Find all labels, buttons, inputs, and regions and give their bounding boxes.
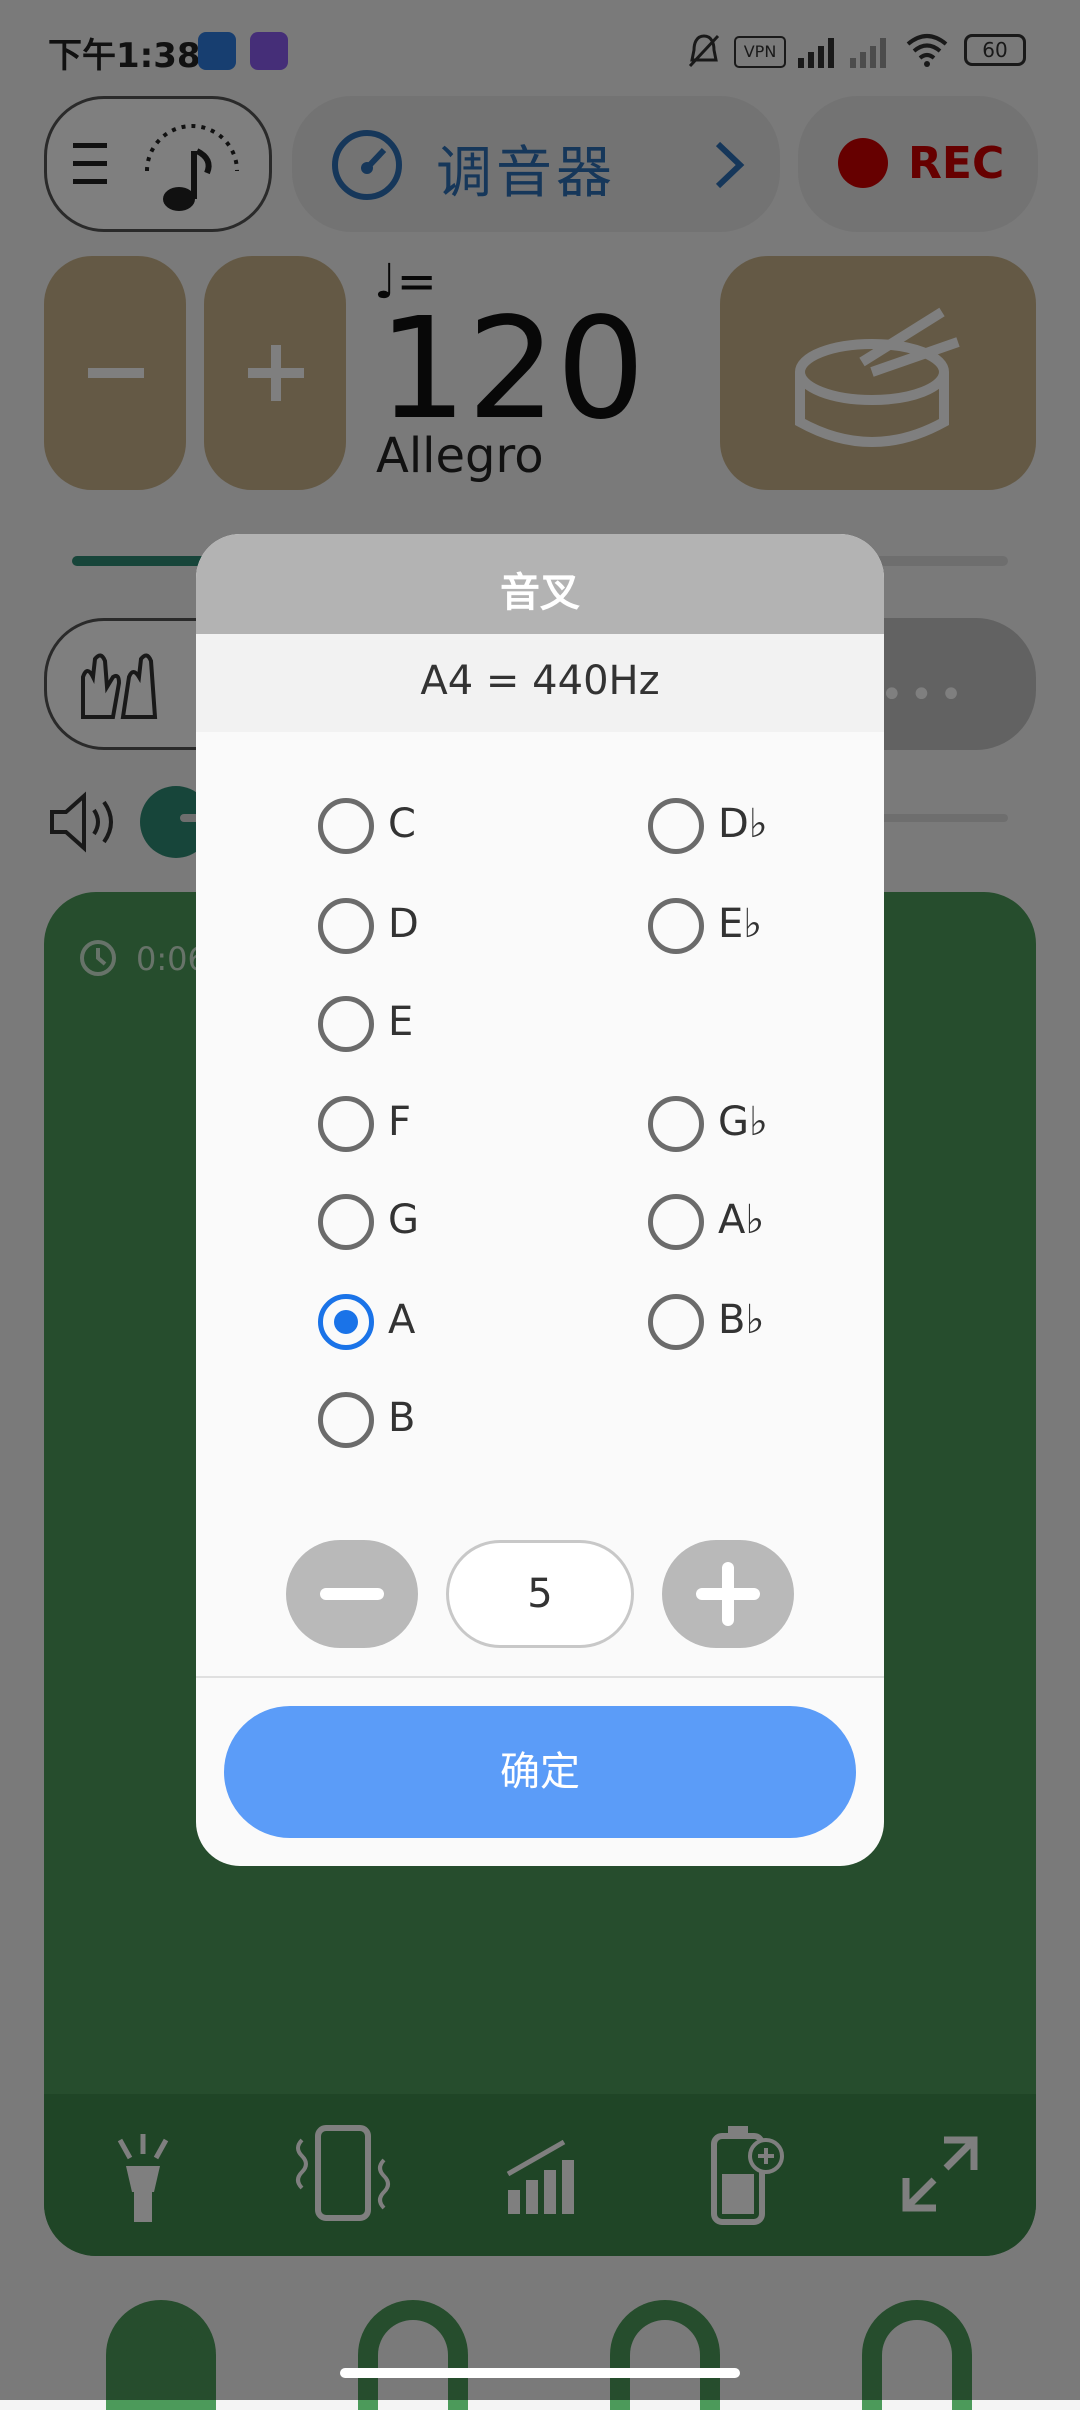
note-label: G — [388, 1197, 419, 1243]
minus-icon — [320, 1588, 384, 1600]
radio-icon[interactable] — [318, 1096, 374, 1152]
radio-icon[interactable] — [318, 1392, 374, 1448]
dialog-reference-pitch: A4 = 440Hz — [420, 658, 660, 704]
radio-icon[interactable] — [318, 798, 374, 854]
octave-value[interactable]: 5 — [446, 1540, 634, 1648]
radio-icon[interactable] — [648, 1194, 704, 1250]
note-label: F — [388, 1099, 412, 1145]
confirm-button[interactable]: 确定 — [224, 1706, 856, 1838]
note-label: E♭ — [718, 901, 763, 947]
home-indicator[interactable] — [340, 2368, 740, 2378]
note-label: E — [388, 999, 414, 1045]
radio-icon[interactable] — [318, 1194, 374, 1250]
tuning-fork-dialog: 音叉 A4 = 440Hz C D E F G A B D♭ E♭ G♭ A♭ … — [196, 534, 884, 1866]
octave-decrease-button[interactable] — [286, 1540, 418, 1648]
radio-icon[interactable] — [648, 898, 704, 954]
note-label: A♭ — [718, 1197, 765, 1243]
note-label: D — [388, 901, 419, 947]
radio-icon[interactable] — [318, 898, 374, 954]
radio-icon[interactable] — [318, 996, 374, 1052]
radio-icon[interactable] — [648, 1294, 704, 1350]
octave-increase-button[interactable] — [662, 1540, 794, 1648]
note-label: D♭ — [718, 801, 768, 847]
note-label: B — [388, 1395, 416, 1441]
radio-selected-icon[interactable] — [318, 1294, 374, 1350]
note-label: C — [388, 801, 416, 847]
note-label: G♭ — [718, 1099, 768, 1145]
dialog-title: 音叉 — [500, 570, 580, 616]
dialog-divider — [196, 1676, 884, 1678]
radio-icon[interactable] — [648, 1096, 704, 1152]
note-label: A — [388, 1297, 416, 1343]
radio-icon[interactable] — [648, 798, 704, 854]
note-label: B♭ — [718, 1297, 765, 1343]
